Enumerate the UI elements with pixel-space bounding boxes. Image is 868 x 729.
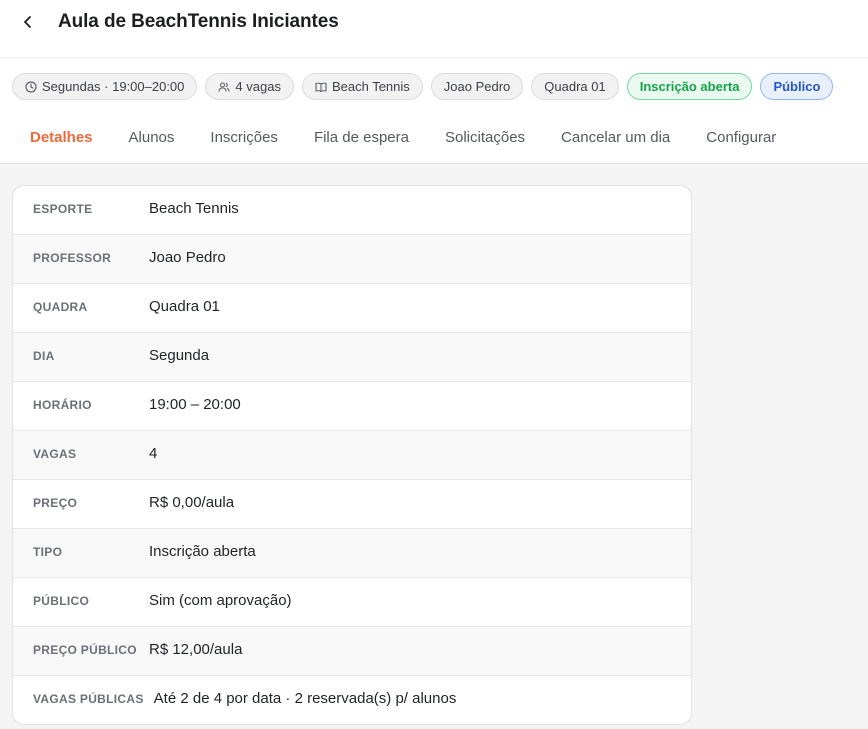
chip-label: Inscrição aberta — [639, 79, 740, 94]
detail-label: HORÁRIO — [33, 398, 92, 412]
detail-row-professor: PROFESSOR Joao Pedro — [13, 235, 691, 284]
chevron-left-icon — [24, 16, 31, 28]
chip-visibility: Público — [760, 73, 834, 100]
detail-value: 4 — [149, 445, 158, 462]
detail-value: Beach Tennis — [149, 200, 239, 217]
chip-court: Quadra 01 — [531, 73, 619, 100]
detail-row-preco-publico: PREÇO PÚBLICO R$ 12,00/aula — [13, 627, 691, 676]
detail-row-preco: PREÇO R$ 0,00/aula — [13, 480, 691, 529]
tab-solicitacoes[interactable]: Solicitações — [427, 115, 543, 161]
detail-label: VAGAS — [33, 447, 77, 461]
details-card: ESPORTE Beach Tennis PROFESSOR Joao Pedr… — [12, 185, 692, 725]
detail-row-tipo: TIPO Inscrição aberta — [13, 529, 691, 578]
chip-label: 4 vagas — [235, 79, 281, 94]
chip-schedule: Segundas · 19:00–20:00 — [12, 73, 198, 100]
detail-row-dia: DIA Segunda — [13, 333, 691, 382]
detail-row-vagas-publicas: VAGAS PÚBLICAS Até 2 de 4 por data · 2 r… — [13, 676, 691, 724]
detail-label: PROFESSOR — [33, 251, 112, 265]
detail-label: QUADRA — [33, 300, 88, 314]
detail-value: Segunda — [149, 347, 210, 364]
tab-configurar[interactable]: Configurar — [688, 115, 794, 161]
chip-label: Segundas · 19:00–20:00 — [42, 79, 185, 94]
detail-label: PÚBLICO — [33, 594, 90, 608]
top-bar: Aula de BeachTennis Iniciantes Segundas … — [0, 0, 868, 164]
back-button[interactable] — [16, 10, 40, 34]
detail-row-esporte: ESPORTE Beach Tennis — [13, 186, 691, 235]
detail-label: TIPO — [33, 545, 63, 559]
page-title: Aula de BeachTennis Iniciantes — [58, 11, 339, 32]
chip-label: Quadra 01 — [544, 79, 606, 94]
chip-label: Público — [773, 79, 821, 94]
tab-fila-de-espera[interactable]: Fila de espera — [296, 115, 427, 161]
info-chips: Segundas · 19:00–20:00 4 vagas Beach Ten… — [12, 73, 834, 100]
detail-label: PREÇO PÚBLICO — [33, 643, 137, 657]
detail-value: Até 2 de 4 por data · 2 reservada(s) p/ … — [153, 690, 457, 707]
tab-bar: Detalhes Alunos Inscrições Fila de esper… — [12, 115, 794, 161]
chip-label: Joao Pedro — [443, 79, 511, 94]
detail-value: R$ 12,00/aula — [149, 641, 243, 658]
detail-value: Inscrição aberta — [149, 543, 256, 560]
detail-label: VAGAS PÚBLICAS — [33, 692, 144, 706]
tab-inscricoes[interactable]: Inscrições — [192, 115, 296, 161]
detail-label: DIA — [33, 349, 55, 363]
clock-icon — [25, 80, 37, 93]
chip-enrollment-status: Inscrição aberta — [626, 73, 753, 100]
detail-value: 19:00 – 20:00 — [149, 396, 241, 413]
users-icon — [218, 81, 230, 93]
tab-detalhes[interactable]: Detalhes — [12, 115, 111, 161]
detail-value: R$ 0,00/aula — [149, 494, 235, 511]
tab-cancelar-um-dia[interactable]: Cancelar um dia — [543, 115, 688, 161]
chip-spots: 4 vagas — [205, 73, 294, 100]
detail-row-publico: PÚBLICO Sim (com aprovação) — [13, 578, 691, 627]
detail-row-quadra: QUADRA Quadra 01 — [13, 284, 691, 333]
detail-value: Joao Pedro — [149, 249, 226, 266]
detail-value: Sim (com aprovação) — [149, 592, 292, 609]
chip-sport: Beach Tennis — [301, 73, 423, 100]
detail-row-vagas: VAGAS 4 — [13, 431, 691, 480]
chip-teacher: Joao Pedro — [430, 73, 524, 100]
page-header: Aula de BeachTennis Iniciantes — [0, 0, 868, 58]
detail-label: ESPORTE — [33, 202, 93, 216]
detail-label: PREÇO — [33, 496, 78, 510]
tab-alunos[interactable]: Alunos — [111, 115, 193, 161]
detail-row-horario: HORÁRIO 19:00 – 20:00 — [13, 382, 691, 431]
book-icon — [315, 81, 327, 93]
detail-value: Quadra 01 — [149, 298, 220, 315]
chip-label: Beach Tennis — [331, 79, 410, 94]
